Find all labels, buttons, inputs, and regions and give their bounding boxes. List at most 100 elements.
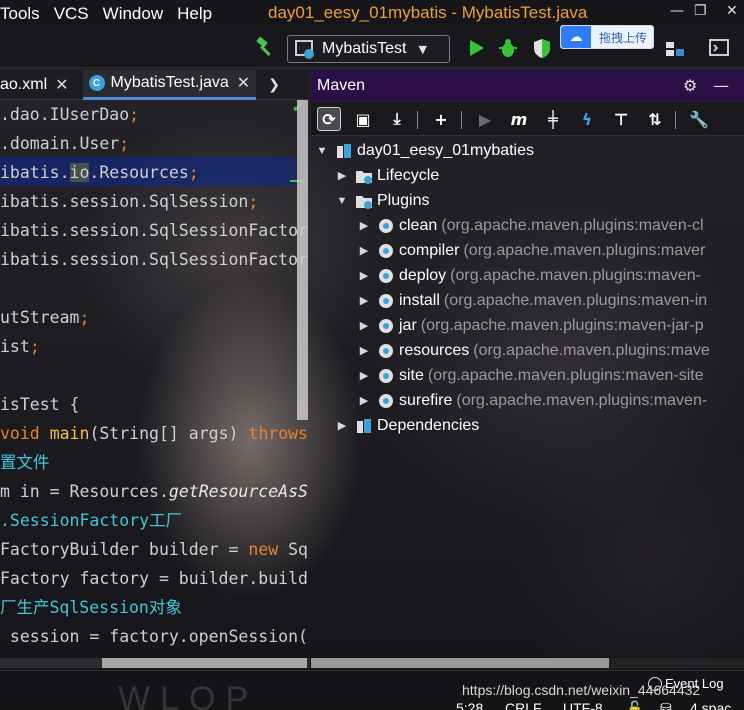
code-line: Factory factory = builder.build xyxy=(0,569,308,588)
chevron-right-icon[interactable]: ▶ xyxy=(357,244,371,257)
maven-header: Maven ⚙ — xyxy=(311,70,744,101)
toggle-offline-icon[interactable]: ╪ xyxy=(541,107,565,131)
toolbar-separator xyxy=(675,111,676,129)
chevron-right-icon[interactable]: ▶ xyxy=(357,269,371,282)
gear-icon[interactable]: ⚙ xyxy=(683,76,697,95)
tab-dao-xml[interactable]: ao.xml ✕ xyxy=(0,70,75,100)
editor-vertical-scrollbar[interactable] xyxy=(297,100,308,420)
code-line: ibatis.io.Resources; xyxy=(0,163,199,182)
toolbar-separator xyxy=(417,111,418,129)
lifecycle-folder-icon xyxy=(356,170,372,184)
hide-panel-icon[interactable]: — xyxy=(713,76,729,95)
tree-plugin-item[interactable]: ▶ surefire (org.apache.maven.plugins:mave… xyxy=(311,388,744,413)
plugin-icon xyxy=(379,393,393,408)
code-line: void main(String[] args) throws xyxy=(0,424,308,443)
coverage-shield-icon[interactable] xyxy=(531,37,553,59)
tree-plugins[interactable]: ▼ Plugins xyxy=(311,188,744,213)
chevron-down-icon: ▼ xyxy=(418,42,427,56)
plugin-icon xyxy=(379,318,393,333)
plugin-icon xyxy=(379,243,393,258)
menu-help[interactable]: Help xyxy=(170,4,219,24)
menu-window[interactable]: Window xyxy=(96,4,170,24)
reload-icon[interactable]: ⟳ xyxy=(317,107,341,131)
menu-tools[interactable]: Tools xyxy=(0,4,47,24)
tree-plugin-item[interactable]: ▶ resources (org.apache.maven.plugins:mav… xyxy=(311,338,744,363)
project-structure-icon[interactable] xyxy=(664,37,686,59)
skip-tests-icon[interactable]: ϟ xyxy=(575,107,599,131)
tree-plugin-item[interactable]: ▶ install (org.apache.maven.plugins:maven… xyxy=(311,288,744,313)
caret-position[interactable]: 5:28 xyxy=(456,700,483,710)
code-line: ibatis.session.SqlSessionFactor xyxy=(0,221,308,240)
tree-plugin-item[interactable]: ▶ compiler (org.apache.maven.plugins:mave… xyxy=(311,238,744,263)
plus-icon[interactable]: + xyxy=(429,107,453,131)
window-title: day01_eesy_01mybatis - MybatisTest.java xyxy=(268,3,588,22)
maven-horizontal-scrollbar[interactable] xyxy=(311,658,609,668)
tree-dependencies[interactable]: ▶ Dependencies xyxy=(311,413,744,438)
git-icon[interactable]: ⛁ xyxy=(660,700,672,710)
editor-horizontal-scrollbar[interactable] xyxy=(102,658,307,668)
plugin-icon xyxy=(379,293,393,308)
tree-plugin-item[interactable]: ▶ site (org.apache.maven.plugins:maven-si… xyxy=(311,363,744,388)
run-icon[interactable] xyxy=(465,37,487,59)
add-folder-icon[interactable]: ▣ xyxy=(351,107,375,131)
chevron-right-icon[interactable]: ▶ xyxy=(335,169,349,182)
chevron-right-icon[interactable]: ▶ xyxy=(357,369,371,382)
minimize-icon[interactable]: — xyxy=(670,3,684,19)
code-editor[interactable]: .dao.IUserDao; .domain.User; ibatis.io.R… xyxy=(0,100,310,670)
show-dependencies-icon[interactable]: ⊤ xyxy=(609,107,633,131)
build-hammer-icon[interactable] xyxy=(254,36,276,58)
chevron-right-icon[interactable]: ▶ xyxy=(357,294,371,307)
tree-lifecycle[interactable]: ▶ Lifecycle xyxy=(311,163,744,188)
chevron-right-icon[interactable]: ▶ xyxy=(357,394,371,407)
chevron-down-icon[interactable]: ▼ xyxy=(335,195,349,207)
chevron-down-icon[interactable]: ❯ xyxy=(268,77,280,93)
execute-goal-icon[interactable]: m xyxy=(507,107,531,131)
close-icon[interactable]: ✕ xyxy=(237,73,250,93)
chevron-right-icon[interactable]: ▶ xyxy=(357,344,371,357)
upload-badge[interactable]: ☁ 拖拽上传 xyxy=(560,25,655,49)
tree-project[interactable]: ▼ day01_eesy_01mybaties xyxy=(311,138,744,163)
maven-title: Maven xyxy=(317,76,366,94)
download-icon[interactable]: ⤓ xyxy=(385,107,409,131)
run-config-label: MybatisTest xyxy=(322,40,407,57)
maven-project-icon xyxy=(337,143,351,158)
toolbar-separator xyxy=(461,111,462,129)
collapse-all-icon[interactable]: ⇅ xyxy=(643,107,667,131)
line-separator[interactable]: CRLF xyxy=(505,700,542,710)
java-class-icon: C xyxy=(88,75,105,91)
close-window-icon[interactable]: ✕ xyxy=(726,3,738,19)
terminal-icon[interactable] xyxy=(708,37,730,59)
run-config-icon xyxy=(295,40,314,59)
restore-icon[interactable]: ❐ xyxy=(694,3,707,19)
blog-watermark: https://blog.csdn.net/weixin_44664432 xyxy=(462,682,701,698)
indent-setting[interactable]: 4 spac xyxy=(690,700,731,710)
chevron-right-icon[interactable]: ▶ xyxy=(357,319,371,332)
plugin-icon xyxy=(379,218,393,233)
run-config-selector[interactable]: MybatisTest ▼ xyxy=(287,35,450,63)
code-line: ibatis.session.SqlSessionFactor xyxy=(0,250,308,269)
chevron-right-icon[interactable]: ▶ xyxy=(335,419,349,432)
maven-panel: Maven ⚙ — ⟳ ▣ ⤓ + ▶ m ╪ ϟ ⊤ ⇅ 🔧 ▼ day01_… xyxy=(311,70,744,670)
chevron-down-icon[interactable]: ▼ xyxy=(315,145,329,157)
code-line: .domain.User; xyxy=(0,134,130,153)
lock-icon[interactable]: 🔓 xyxy=(626,700,643,710)
upload-badge-label: 拖拽上传 xyxy=(599,30,648,45)
close-icon[interactable]: ✕ xyxy=(55,75,68,95)
tab-mybatistest-java[interactable]: C MybatisTest.java ✕ xyxy=(82,69,257,100)
tree-plugin-item[interactable]: ▶ jar (org.apache.maven.plugins:maven-jar… xyxy=(311,313,744,338)
tree-plugin-item[interactable]: ▶ deploy (org.apache.maven.plugins:maven- xyxy=(311,263,744,288)
run-maven-icon[interactable]: ▶ xyxy=(473,107,497,131)
menu-vcs[interactable]: VCS xyxy=(47,4,96,24)
wrench-icon[interactable]: 🔧 xyxy=(687,107,711,131)
plugins-folder-icon xyxy=(356,195,372,209)
plugin-icon xyxy=(379,268,393,283)
tab-label: MybatisTest.java xyxy=(110,74,229,91)
code-line: ist; xyxy=(0,337,40,356)
chevron-right-icon[interactable]: ▶ xyxy=(357,219,371,232)
code-comment: 厂生产SqlSession对象 xyxy=(0,598,182,617)
code-line: .dao.IUserDao; xyxy=(0,105,140,124)
debug-bug-icon[interactable] xyxy=(497,37,519,59)
dependencies-icon xyxy=(357,418,371,433)
tree-plugin-item[interactable]: ▶ clean (org.apache.maven.plugins:maven-c… xyxy=(311,213,744,238)
file-encoding[interactable]: UTF-8 xyxy=(563,700,603,710)
